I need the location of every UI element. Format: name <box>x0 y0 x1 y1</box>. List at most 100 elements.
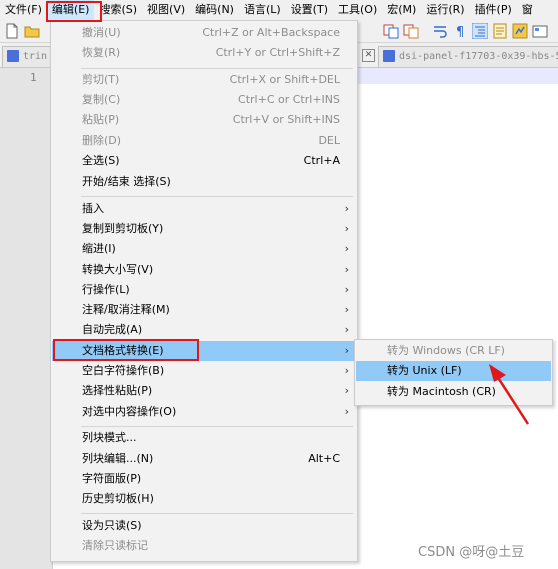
menu-item-label: 缩进(I) <box>82 242 116 255</box>
submenu-arrow-icon: › <box>344 384 349 397</box>
menu-item-label: 删除(D) <box>82 134 122 147</box>
menu-view[interactable]: 视图(V) <box>142 0 190 20</box>
menu-run[interactable]: 运行(R) <box>421 0 469 20</box>
file-save-icon <box>383 50 395 62</box>
menu-item-label: 开始/结束 选择(S) <box>82 175 171 188</box>
submenu-item-to-windows[interactable]: 转为 Windows (CR LF) <box>356 341 551 361</box>
menu-item-label: 列块编辑...(N) <box>82 452 154 465</box>
menu-item-delete[interactable]: 删除(D) DEL <box>52 131 356 151</box>
submenu-item-label: 转为 Windows (CR LF) <box>387 344 505 357</box>
menu-item-shortcut: Alt+C <box>308 452 340 465</box>
menu-item-column-editor[interactable]: 列块编辑...(N) Alt+C <box>52 449 356 469</box>
submenu-item-label: 转为 Unix (LF) <box>387 364 462 377</box>
menu-item-label: 恢复(R) <box>82 46 121 59</box>
menu-item-label: 空白字符操作(B) <box>82 364 165 377</box>
menu-item-copy[interactable]: 复制(C) Ctrl+C or Ctrl+INS <box>52 90 356 110</box>
menu-item-label: 全选(S) <box>82 154 120 167</box>
menu-item-label: 注释/取消注释(M) <box>82 303 170 316</box>
menu-settings[interactable]: 设置(T) <box>286 0 333 20</box>
menu-item-shortcut: Ctrl+X or Shift+DEL <box>229 73 340 86</box>
menu-item-clipboard-history[interactable]: 历史剪切板(H) <box>52 489 356 509</box>
menu-item-on-selection[interactable]: 对选中内容操作(O) › <box>52 402 356 422</box>
menu-separator <box>81 68 353 69</box>
menu-item-shortcut: Ctrl+Y or Ctrl+Shift+Z <box>215 46 340 59</box>
menu-item-begin-end-select[interactable]: 开始/结束 选择(S) <box>52 172 356 192</box>
submenu-item-label: 转为 Macintosh (CR) <box>387 385 496 398</box>
menu-item-clear-read-only[interactable]: 清除只读标记 <box>52 536 356 556</box>
menu-item-redo[interactable]: 恢复(R) Ctrl+Y or Ctrl+Shift+Z <box>52 43 356 63</box>
menu-item-label: 自动完成(A) <box>82 323 143 336</box>
tab-file-1-label: trin <box>23 51 48 62</box>
compare-icon[interactable] <box>383 23 399 39</box>
edit-menu-dropdown: 撤消(U) Ctrl+Z or Alt+Backspace 恢复(R) Ctrl… <box>50 20 358 562</box>
menu-language[interactable]: 语言(L) <box>239 0 286 20</box>
edit-menu-annotation-box <box>46 1 102 22</box>
menu-item-label: 撤消(U) <box>82 26 121 39</box>
menu-item-blank-operations[interactable]: 空白字符操作(B) › <box>52 361 356 381</box>
menu-item-character-panel[interactable]: 字符面版(P) <box>52 469 356 489</box>
submenu-arrow-icon: › <box>344 242 349 255</box>
menu-item-indent[interactable]: 缩进(I) › <box>52 239 356 259</box>
menu-file[interactable]: 文件(F) <box>0 0 47 20</box>
menu-item-cut[interactable]: 剪切(T) Ctrl+X or Shift+DEL <box>52 70 356 90</box>
menu-item-shortcut: Ctrl+C or Ctrl+INS <box>238 93 340 106</box>
tab-file-1[interactable]: trin <box>2 46 52 67</box>
menu-plugins[interactable]: 插件(P) <box>470 0 517 20</box>
menu-item-line-operations[interactable]: 行操作(L) › <box>52 280 356 300</box>
menu-encoding[interactable]: 编码(N) <box>190 0 239 20</box>
menu-item-auto-complete[interactable]: 自动完成(A) › <box>52 320 356 340</box>
indent-guide-icon[interactable] <box>472 23 488 39</box>
menu-item-label: 列块模式... <box>82 431 137 444</box>
submenu-arrow-icon: › <box>344 344 349 357</box>
menu-tools[interactable]: 工具(O) <box>333 0 382 20</box>
menu-item-label: 插入 <box>82 202 104 215</box>
menu-item-copy-to-clipboard[interactable]: 复制到剪切板(Y) › <box>52 219 356 239</box>
tab-file-2[interactable]: dsi-panel-f17703-0x39-hbs-5-v <box>378 46 558 67</box>
menu-macro[interactable]: 宏(M) <box>382 0 421 20</box>
menu-separator <box>81 513 353 514</box>
submenu-item-to-macintosh[interactable]: 转为 Macintosh (CR) <box>356 382 551 402</box>
menu-item-shortcut: Ctrl+A <box>303 154 340 167</box>
submenu-arrow-icon: › <box>344 364 349 377</box>
menu-item-label: 复制到剪切板(Y) <box>82 222 164 235</box>
menu-item-paste[interactable]: 粘贴(P) Ctrl+V or Shift+INS <box>52 110 356 130</box>
menu-item-column-mode[interactable]: 列块模式... <box>52 428 356 448</box>
menu-item-set-read-only[interactable]: 设为只读(S) <box>52 516 356 536</box>
eol-conversion-submenu: 转为 Windows (CR LF) 转为 Unix (LF) 转为 Macin… <box>354 339 553 406</box>
menu-item-comment[interactable]: 注释/取消注释(M) › <box>52 300 356 320</box>
menu-item-undo[interactable]: 撤消(U) Ctrl+Z or Alt+Backspace <box>52 23 356 43</box>
compare-sync-icon[interactable] <box>403 23 419 39</box>
menu-item-convert-case[interactable]: 转换大小写(V) › <box>52 260 356 280</box>
submenu-arrow-icon: › <box>344 202 349 215</box>
menu-item-shortcut: Ctrl+Z or Alt+Backspace <box>202 26 340 39</box>
folder-workspace-icon[interactable] <box>532 23 548 39</box>
close-icon[interactable]: ✕ <box>362 49 375 62</box>
eol-item-annotation-box <box>53 339 199 361</box>
menu-item-label: 剪切(T) <box>82 73 120 86</box>
menu-window[interactable]: 窗 <box>517 0 538 20</box>
menu-item-select-all[interactable]: 全选(S) Ctrl+A <box>52 151 356 171</box>
word-wrap-icon[interactable] <box>432 23 448 39</box>
menu-item-label: 复制(C) <box>82 93 121 106</box>
tab-file-2-label: dsi-panel-f17703-0x39-hbs-5-v <box>399 51 558 62</box>
submenu-arrow-icon: › <box>344 222 349 235</box>
show-all-chars-icon[interactable]: ¶ <box>452 23 468 39</box>
menu-item-label: 设为只读(S) <box>82 519 142 532</box>
submenu-arrow-icon: › <box>344 263 349 276</box>
menu-item-label: 对选中内容操作(O) <box>82 405 177 418</box>
menu-item-label: 清除只读标记 <box>82 539 148 552</box>
function-list-icon[interactable] <box>512 23 528 39</box>
submenu-arrow-icon: › <box>344 283 349 296</box>
menu-item-paste-special[interactable]: 选择性粘贴(P) › <box>52 381 356 401</box>
watermark: CSDN @呀@土豆 <box>418 545 525 560</box>
menu-item-label: 历史剪切板(H) <box>82 492 154 505</box>
menu-item-insert[interactable]: 插入 › <box>52 199 356 219</box>
submenu-item-to-unix[interactable]: 转为 Unix (LF) <box>356 361 551 381</box>
open-file-icon[interactable] <box>24 23 40 39</box>
menu-separator <box>81 196 353 197</box>
menu-item-label: 行操作(L) <box>82 283 130 296</box>
submenu-arrow-icon: › <box>344 323 349 336</box>
line-number: 1 <box>30 71 37 84</box>
new-file-icon[interactable] <box>4 23 20 39</box>
doc-map-icon[interactable] <box>492 23 508 39</box>
